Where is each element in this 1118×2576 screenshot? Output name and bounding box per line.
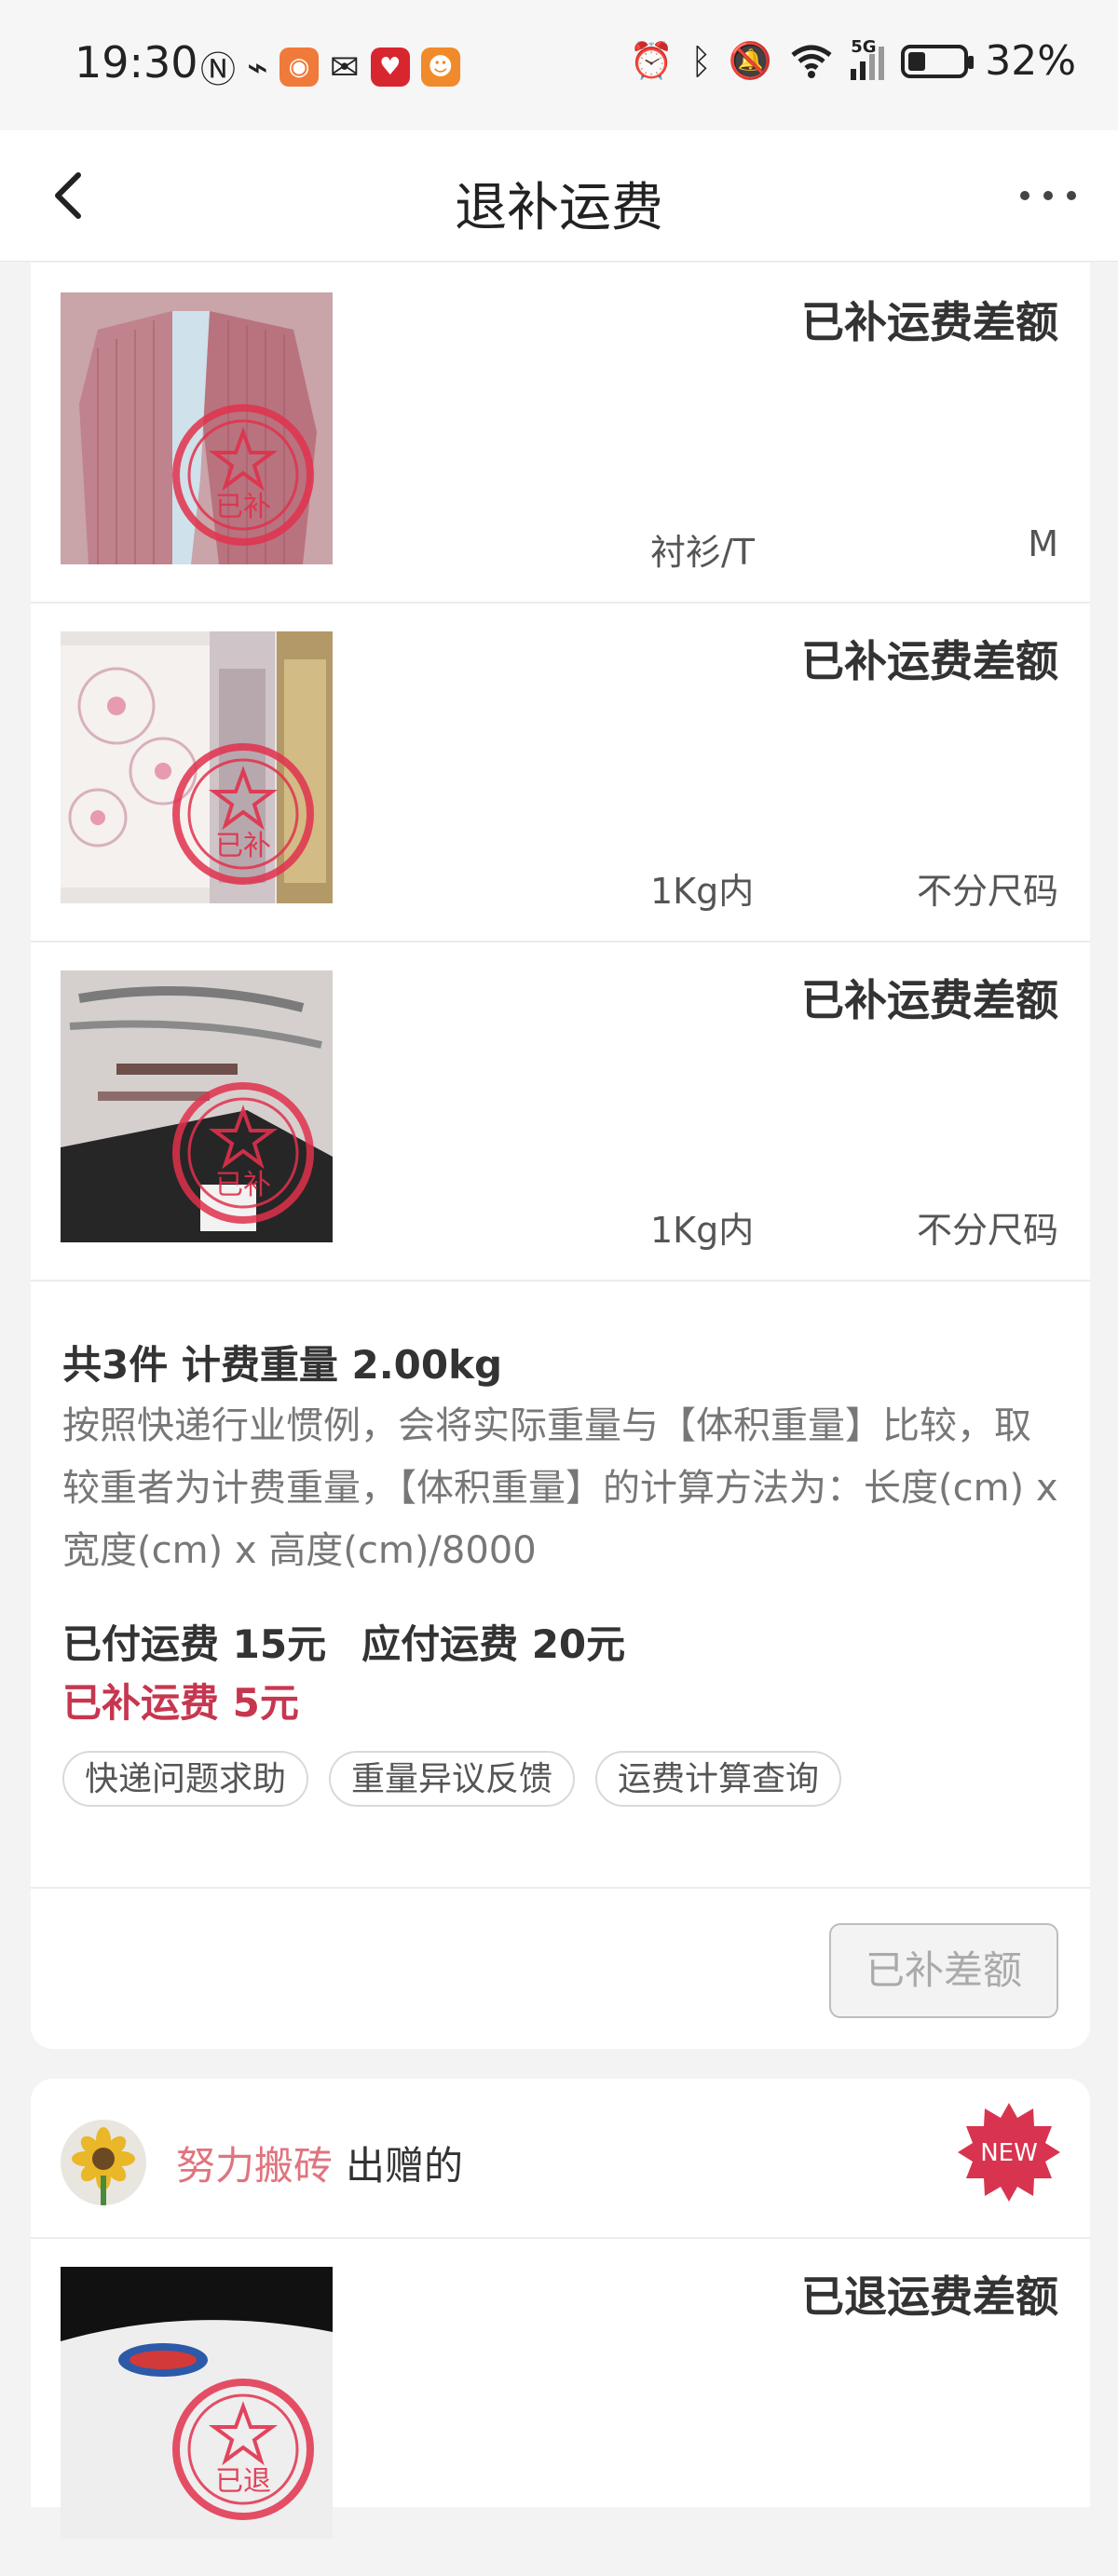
stamp-label: 已补 xyxy=(215,491,271,523)
paid-fee: 已付运费 15元 xyxy=(62,1621,327,1667)
nav-bar: 退补运费 xyxy=(0,130,1118,262)
order-card: 已补 已补运费差额 衬衫/T M 已补 已补运费差额 1Kg内 不分尺码 已补 … xyxy=(31,263,1090,2049)
item-status: 已补运费差额 xyxy=(801,636,1058,686)
chip-express-help[interactable]: 快递问题求助 xyxy=(62,1751,309,1807)
avatar[interactable] xyxy=(61,2120,146,2205)
page-title: 退补运费 xyxy=(455,178,663,238)
nfc-icon: Ⓝ xyxy=(200,49,237,90)
divider xyxy=(31,1887,1090,1889)
fee-row: 已付运费 15元 应付运费 20元 xyxy=(62,1613,661,1670)
product-image[interactable]: 已补 xyxy=(61,631,333,903)
mute-icon: 🔕 xyxy=(728,40,773,81)
help-chips: 快递问题求助 重量异议反馈 运费计算查询 xyxy=(62,1751,842,1807)
battery-percent: 32% xyxy=(985,37,1076,85)
app-icon: ☻ xyxy=(420,47,460,87)
bluetooth-icon: ᛒ xyxy=(690,40,712,82)
more-icon[interactable] xyxy=(1016,177,1081,214)
filled-difference-button[interactable]: 已补差额 xyxy=(829,1923,1058,2018)
battery-icon xyxy=(901,44,975,78)
stamp-label: 已退 xyxy=(215,2465,271,2498)
alarm-icon: ⏰ xyxy=(629,40,675,81)
due-fee: 应付运费 20元 xyxy=(361,1621,626,1667)
list-item[interactable]: 已退 已退运费差额 xyxy=(31,2237,1090,2576)
item-category: 1Kg内 xyxy=(650,1210,755,1251)
clock: 19:30 xyxy=(75,37,198,88)
order-card: 努力搬砖 出赠的 NEW 已退 已退运费差额 xyxy=(31,2079,1090,2539)
new-badge-label: NEW xyxy=(980,2139,1038,2167)
link-icon: ⌁ xyxy=(247,46,268,88)
app-icon: ♥ xyxy=(370,47,410,87)
stamp-label: 已补 xyxy=(215,1169,271,1201)
item-size: 不分尺码 xyxy=(916,1210,1058,1251)
wechat-icon: ✉ xyxy=(329,46,360,88)
status-bar: 19:30 Ⓝ ⌁ ◉ ✉ ♥ ☻ ⏰ ᛒ 🔕 5G 32% xyxy=(0,0,1118,130)
summary-headline: 共3件 计费重量 2.00kg xyxy=(62,1342,503,1388)
product-image[interactable]: 已补 xyxy=(61,970,333,1242)
giver-row: 努力搬砖 出赠的 xyxy=(61,2116,463,2209)
list-item[interactable]: 已补 已补运费差额 1Kg内 不分尺码 xyxy=(31,602,1090,942)
wifi-icon xyxy=(791,45,832,78)
item-category: 衬衫/T xyxy=(650,532,756,573)
new-badge: NEW xyxy=(958,2103,1060,2202)
item-status: 已补运费差额 xyxy=(801,975,1058,1025)
list-item[interactable]: 已补 已补运费差额 1Kg内 不分尺码 xyxy=(31,941,1090,1281)
item-status: 已退运费差额 xyxy=(801,2271,1058,2322)
extra-fee: 已补运费 5元 xyxy=(62,1680,299,1726)
item-status: 已补运费差额 xyxy=(801,297,1058,347)
summary-description: 按照快递行业惯例，会将实际重量与【体积重量】比较，取较重者为计费重量，【体积重量… xyxy=(62,1404,1058,1572)
item-size: M xyxy=(1028,523,1058,564)
product-image[interactable]: 已退 xyxy=(61,2267,333,2539)
giver-name[interactable]: 努力搬砖 xyxy=(176,2135,333,2191)
signal-icon: 5G xyxy=(851,37,885,80)
network-label: 5G xyxy=(851,36,877,57)
notification-icons: Ⓝ ⌁ ◉ ✉ ♥ ☻ xyxy=(200,41,460,92)
app-icon: ◉ xyxy=(279,47,319,87)
chip-weight-dispute[interactable]: 重量异议反馈 xyxy=(329,1751,576,1807)
stamp-label: 已补 xyxy=(215,830,271,862)
item-size: 不分尺码 xyxy=(916,871,1058,912)
list-item[interactable]: 已补 已补运费差额 衬衫/T M xyxy=(31,263,1090,603)
chip-fee-query[interactable]: 运费计算查询 xyxy=(595,1751,842,1807)
system-icons: ⏰ ᛒ 🔕 5G 32% xyxy=(629,37,1076,86)
giver-suffix: 出赠的 xyxy=(346,2142,464,2189)
product-image[interactable]: 已补 xyxy=(61,292,333,564)
item-category: 1Kg内 xyxy=(650,871,755,912)
